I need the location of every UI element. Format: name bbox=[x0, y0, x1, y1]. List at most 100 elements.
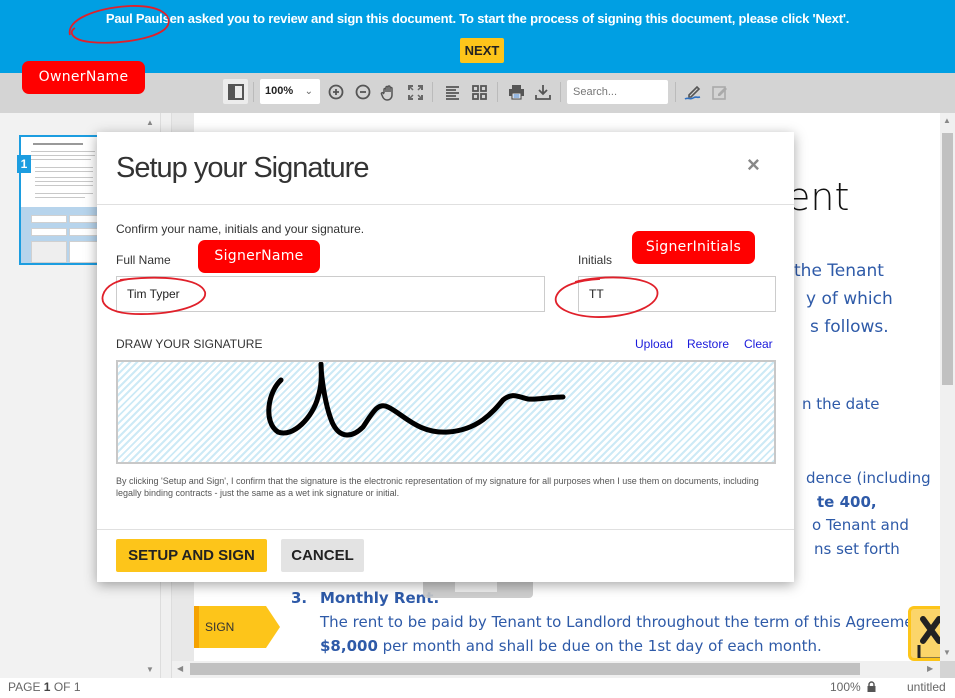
page-indicator: PAGE 1 OF 1 bbox=[8, 680, 81, 694]
horizontal-scrollbar[interactable]: ◀ ▶ bbox=[172, 661, 940, 678]
vertical-scrollbar-thumb[interactable] bbox=[942, 133, 953, 385]
page-thumbnail[interactable] bbox=[19, 135, 99, 265]
thumbnail-scroll-down-icon[interactable]: ▼ bbox=[146, 665, 154, 674]
pan-tool-button[interactable] bbox=[379, 83, 397, 101]
zoom-in-button[interactable] bbox=[327, 83, 345, 101]
panel-toggle-button[interactable] bbox=[223, 79, 248, 104]
full-name-input[interactable] bbox=[116, 276, 545, 312]
section-number: 3. bbox=[291, 589, 308, 607]
signature-canvas[interactable] bbox=[116, 360, 776, 464]
dialog-title: Setup your Signature bbox=[116, 152, 369, 184]
document-text-line: o Tenant and bbox=[812, 516, 909, 534]
setup-and-sign-button[interactable]: SETUP AND SIGN bbox=[116, 539, 267, 572]
dialog-divider bbox=[97, 204, 794, 205]
lock-icon bbox=[867, 681, 876, 695]
rent-amount: $8,000 bbox=[320, 637, 378, 655]
document-text-line: y of which bbox=[806, 289, 893, 309]
scroll-left-icon[interactable]: ◀ bbox=[177, 664, 183, 673]
initials-input[interactable] bbox=[578, 276, 776, 312]
document-text-line: n the date bbox=[802, 395, 880, 413]
toolbar-divider bbox=[675, 82, 676, 102]
sign-here-arrow bbox=[266, 606, 280, 648]
cancel-button[interactable]: CANCEL bbox=[281, 539, 364, 572]
horizontal-scrollbar-thumb[interactable] bbox=[190, 663, 860, 675]
toolbar-divider bbox=[497, 82, 498, 102]
banner-message: Paul Paulsen asked you to review and sig… bbox=[105, 11, 850, 26]
rent-terms: per month and shall be due on the 1st da… bbox=[377, 637, 822, 655]
print-button[interactable] bbox=[507, 83, 525, 101]
thumb-field bbox=[69, 228, 97, 236]
toolbar-divider bbox=[253, 82, 254, 102]
edit-form-icon bbox=[712, 86, 727, 100]
thumb-text-line bbox=[35, 167, 93, 168]
sign-button[interactable] bbox=[683, 82, 703, 102]
drawn-signature bbox=[266, 361, 566, 438]
thumb-text-line bbox=[35, 177, 93, 178]
thumb-text-line bbox=[35, 193, 93, 194]
document-text-line: the Tenant bbox=[794, 261, 884, 281]
zoom-out-button[interactable] bbox=[354, 83, 372, 101]
fullscreen-icon bbox=[407, 84, 423, 100]
single-page-view-button[interactable] bbox=[443, 83, 461, 101]
scroll-up-icon[interactable]: ▲ bbox=[943, 116, 951, 125]
thumbnail-page-number: 1 bbox=[17, 155, 31, 173]
download-button[interactable] bbox=[534, 83, 552, 101]
download-icon bbox=[535, 85, 551, 100]
signing-banner: Paul Paulsen asked you to review and sig… bbox=[0, 0, 955, 73]
document-filename: untitled bbox=[907, 680, 946, 694]
signer-name-annotation: SignerName bbox=[198, 240, 320, 273]
thumb-text-line bbox=[35, 185, 93, 186]
sign-here-label: SIGN HERE bbox=[194, 606, 266, 676]
edit-form-button[interactable] bbox=[710, 82, 730, 102]
fullscreen-button[interactable] bbox=[406, 83, 424, 101]
thumb-field bbox=[31, 215, 67, 223]
thumb-text-line bbox=[31, 155, 95, 156]
search-input[interactable] bbox=[567, 80, 668, 104]
zoom-out-icon bbox=[355, 84, 371, 100]
document-text-line: ns set forth bbox=[814, 540, 900, 558]
thumb-signature-area bbox=[21, 207, 97, 263]
section-title: Monthly Rent. bbox=[320, 589, 440, 607]
restore-link[interactable]: Restore bbox=[687, 337, 729, 351]
single-page-icon bbox=[445, 85, 459, 100]
setup-signature-dialog: Setup your Signature × Confirm your name… bbox=[97, 132, 794, 582]
sign-pen-icon bbox=[684, 85, 701, 100]
upload-link[interactable]: Upload bbox=[635, 337, 673, 351]
document-text-line: te 400, bbox=[817, 493, 877, 511]
toolbar-divider bbox=[432, 82, 433, 102]
scroll-right-icon[interactable]: ▶ bbox=[927, 664, 933, 673]
dialog-footer-divider bbox=[97, 529, 794, 530]
section-body-line: The rent to be paid by Tenant to Landlor… bbox=[320, 613, 940, 631]
thumb-field bbox=[31, 241, 67, 263]
grid-view-button[interactable] bbox=[470, 83, 488, 101]
section-body-line: $8,000 per month and shall be due on the… bbox=[320, 637, 822, 655]
signer-initials-annotation: SignerInitials bbox=[632, 231, 755, 264]
signature-x-icon bbox=[917, 616, 940, 658]
document-text-line: dence (including bbox=[806, 469, 931, 487]
signature-field[interactable] bbox=[908, 606, 940, 661]
thumb-field bbox=[31, 228, 67, 236]
owner-name-annotation: OwnerName bbox=[22, 61, 145, 94]
hand-pan-icon bbox=[380, 84, 393, 101]
thumb-field bbox=[69, 241, 97, 263]
signature-disclaimer: By clicking 'Setup and Sign', I confirm … bbox=[116, 476, 759, 498]
print-icon bbox=[508, 85, 524, 100]
zoom-select[interactable]: 100% ⌄ bbox=[260, 79, 320, 104]
grid-view-icon bbox=[471, 84, 487, 100]
chevron-down-icon: ⌄ bbox=[304, 86, 313, 97]
scroll-down-icon[interactable]: ▼ bbox=[943, 648, 951, 657]
close-icon[interactable]: × bbox=[747, 152, 760, 178]
document-text-line: s follows. bbox=[810, 317, 889, 337]
sign-here-marker[interactable]: SIGN HERE bbox=[194, 606, 284, 676]
thumb-field bbox=[69, 215, 97, 223]
page-suffix: OF 1 bbox=[50, 680, 81, 694]
status-zoom: 100% bbox=[830, 680, 861, 694]
thumb-text-line bbox=[31, 159, 91, 160]
thumb-text-line bbox=[35, 171, 93, 172]
thumb-text-line bbox=[35, 181, 93, 182]
vertical-scrollbar[interactable]: ▲ ▼ bbox=[940, 113, 955, 661]
thumbnail-scroll-up-icon[interactable]: ▲ bbox=[146, 118, 154, 127]
next-button[interactable]: NEXT bbox=[460, 38, 504, 63]
zoom-in-icon bbox=[328, 84, 344, 100]
clear-link[interactable]: Clear bbox=[744, 337, 773, 351]
